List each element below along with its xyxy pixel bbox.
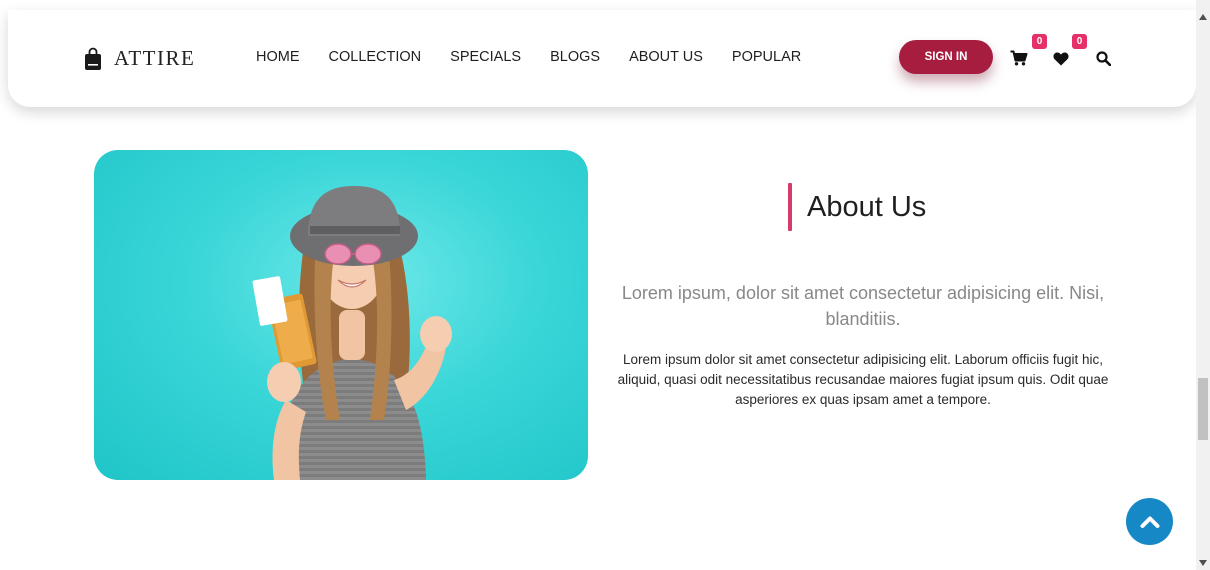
about-title-block: About Us [788, 183, 926, 231]
triangle-down-icon [1199, 560, 1207, 566]
cart-button[interactable] [1008, 47, 1030, 69]
about-lead-text: Lorem ipsum, dolor sit amet consectetur … [621, 283, 1105, 329]
about-body-text: Lorem ipsum dolor sit amet consectetur a… [617, 352, 1109, 407]
cart-count-badge: 0 [1032, 34, 1047, 49]
nav-popular[interactable]: POPULAR [732, 49, 801, 65]
navbar: ATTIRE HOME COLLECTION SPECIALS BLOGS AB… [8, 10, 1196, 107]
triangle-up-icon [1199, 14, 1207, 20]
page-scrollbar[interactable] [1196, 0, 1210, 570]
search-button[interactable] [1092, 47, 1114, 69]
about-title: About Us [807, 190, 927, 223]
shopping-bag-icon [85, 47, 101, 70]
scroll-to-top-button[interactable] [1126, 498, 1173, 545]
page: ATTIRE HOME COLLECTION SPECIALS BLOGS AB… [0, 0, 1210, 570]
wishlist-button[interactable] [1050, 47, 1072, 69]
scroll-down-arrow[interactable] [1196, 556, 1210, 570]
chevron-up-icon [1140, 516, 1159, 528]
sign-in-button[interactable]: SIGN IN [899, 40, 993, 74]
nav-specials[interactable]: SPECIALS [450, 49, 521, 65]
search-icon [1095, 50, 1111, 66]
scroll-up-arrow[interactable] [1196, 10, 1210, 24]
nav-blogs[interactable]: BLOGS [550, 49, 600, 65]
brand-name: ATTIRE [114, 46, 196, 70]
brand-logo[interactable]: ATTIRE [84, 46, 195, 71]
main-nav: HOME COLLECTION SPECIALS BLOGS ABOUT US … [256, 49, 801, 65]
title-accent-bar [788, 183, 792, 231]
about-hero-image [94, 150, 588, 480]
nav-home[interactable]: HOME [256, 49, 300, 65]
nav-collection[interactable]: COLLECTION [329, 49, 422, 65]
scrollbar-thumb[interactable] [1198, 378, 1208, 440]
cart-icon [1010, 50, 1028, 66]
woman-with-passport-illustration [252, 186, 452, 480]
wishlist-count-badge: 0 [1072, 34, 1087, 49]
heart-icon [1053, 51, 1069, 65]
nav-about-us[interactable]: ABOUT US [629, 49, 703, 65]
